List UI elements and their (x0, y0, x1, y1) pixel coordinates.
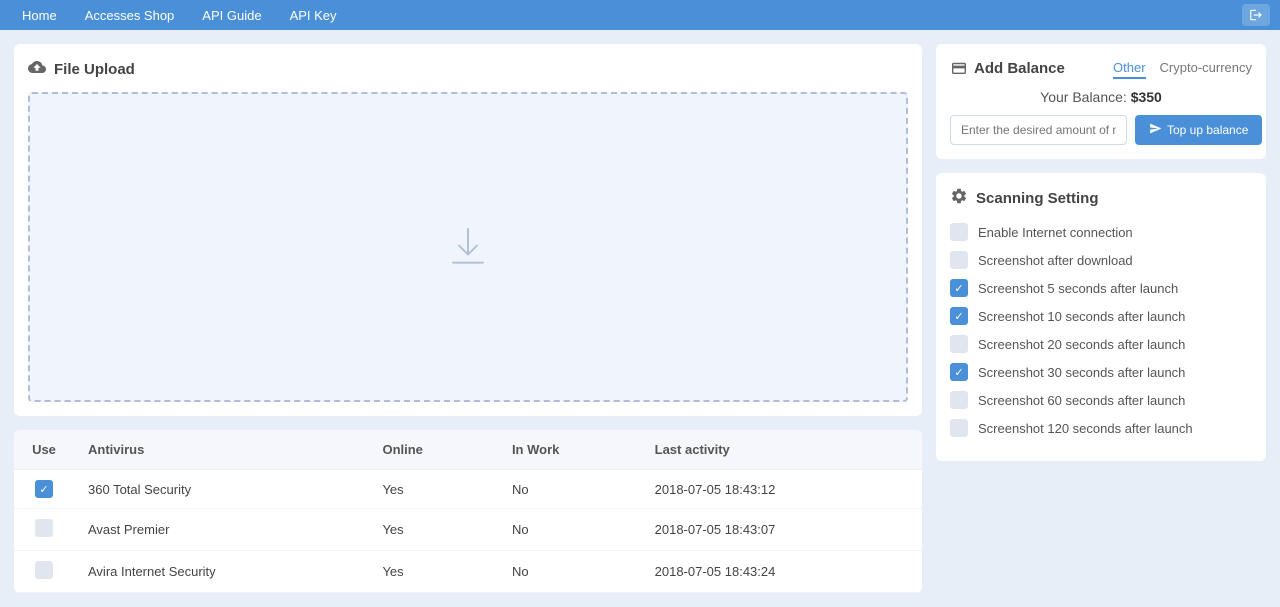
antivirus-table-card: Use Antivirus Online In Work Last activi… (14, 430, 922, 593)
scan-checkbox-screenshot-5s[interactable]: ✓ (950, 279, 968, 297)
nav-api-guide[interactable]: API Guide (190, 4, 273, 27)
scan-option: ✓ Screenshot 10 seconds after launch (950, 307, 1252, 325)
use-cell (14, 509, 74, 551)
tab-crypto[interactable]: Crypto-currency (1160, 58, 1252, 79)
scan-label-screenshot-120s: Screenshot 120 seconds after launch (978, 421, 1193, 436)
scan-option: Enable Internet connection (950, 223, 1252, 241)
table-row: ✓ 360 Total SecurityYesNo2018-07-05 18:43… (14, 470, 922, 509)
use-checkbox[interactable] (35, 561, 53, 579)
nav-api-key[interactable]: API Key (278, 4, 349, 27)
col-use: Use (14, 430, 74, 470)
scan-option: Screenshot 120 seconds after launch (950, 419, 1252, 437)
amount-input[interactable] (950, 115, 1127, 145)
balance-title: Add Balance (950, 60, 1113, 78)
file-upload-card: File Upload (14, 44, 922, 416)
scan-checkbox-screenshot-120s[interactable] (950, 419, 968, 437)
balance-header: Add Balance Other Crypto-currency (950, 58, 1252, 79)
use-cell: ✓ (14, 470, 74, 509)
topup-icon (1149, 122, 1162, 138)
nav-links: Home Accesses Shop API Guide API Key (10, 4, 349, 27)
antivirus-cell: Avira Internet Security (74, 551, 368, 593)
add-balance-card: Add Balance Other Crypto-currency Your B… (936, 44, 1266, 159)
left-panel: File Upload Use Antivirus (14, 44, 922, 593)
topup-button[interactable]: Top up balance (1135, 115, 1262, 145)
col-online: Online (368, 430, 497, 470)
scan-label-screenshot-5s: Screenshot 5 seconds after launch (978, 281, 1178, 296)
scan-label-screenshot-download: Screenshot after download (978, 253, 1133, 268)
scan-checkbox-screenshot-download[interactable] (950, 251, 968, 269)
scan-label-screenshot-60s: Screenshot 60 seconds after launch (978, 393, 1185, 408)
tab-other[interactable]: Other (1113, 58, 1146, 79)
scan-options-container: Enable Internet connection Screenshot aft… (950, 223, 1252, 437)
scan-checkbox-screenshot-60s[interactable] (950, 391, 968, 409)
logout-button[interactable] (1242, 4, 1270, 26)
in-work-cell: No (498, 551, 641, 593)
online-cell: Yes (368, 470, 497, 509)
in-work-cell: No (498, 470, 641, 509)
balance-input-row: Top up balance (950, 115, 1252, 145)
scan-option: Screenshot 60 seconds after launch (950, 391, 1252, 409)
file-upload-label: File Upload (54, 61, 135, 78)
balance-amount: Your Balance: $350 (950, 89, 1252, 105)
last-activity-cell: 2018-07-05 18:43:12 (641, 470, 922, 509)
drop-zone[interactable] (28, 92, 908, 402)
scan-label-screenshot-10s: Screenshot 10 seconds after launch (978, 309, 1185, 324)
scan-label-screenshot-30s: Screenshot 30 seconds after launch (978, 365, 1185, 380)
col-last-activity: Last activity (641, 430, 922, 470)
last-activity-cell: 2018-07-05 18:43:24 (641, 551, 922, 593)
nav-accesses-shop[interactable]: Accesses Shop (73, 4, 187, 27)
antivirus-cell: 360 Total Security (74, 470, 368, 509)
scanning-title: Scanning Setting (950, 187, 1252, 209)
scanning-title-text: Scanning Setting (976, 190, 1099, 207)
upload-icon (28, 58, 46, 80)
use-checkbox[interactable]: ✓ (35, 480, 53, 498)
col-antivirus: Antivirus (74, 430, 368, 470)
table-row: Avira Internet SecurityYesNo2018-07-05 1… (14, 551, 922, 593)
right-panel: Add Balance Other Crypto-currency Your B… (936, 44, 1266, 593)
scan-checkbox-screenshot-10s[interactable]: ✓ (950, 307, 968, 325)
drop-zone-icon (443, 222, 493, 272)
topup-label: Top up balance (1167, 123, 1248, 137)
scan-label-screenshot-20s: Screenshot 20 seconds after launch (978, 337, 1185, 352)
scanning-icon (950, 187, 968, 209)
table-header-row: Use Antivirus Online In Work Last activi… (14, 430, 922, 470)
table-row: Avast PremierYesNo2018-07-05 18:43:07 (14, 509, 922, 551)
scan-checkbox-screenshot-30s[interactable]: ✓ (950, 363, 968, 381)
nav-home[interactable]: Home (10, 4, 69, 27)
online-cell: Yes (368, 509, 497, 551)
scan-option: ✓ Screenshot 5 seconds after launch (950, 279, 1252, 297)
antivirus-table: Use Antivirus Online In Work Last activi… (14, 430, 922, 593)
balance-tabs: Other Crypto-currency (1113, 58, 1252, 79)
balance-title-text: Add Balance (974, 60, 1065, 77)
scan-option: ✓ Screenshot 30 seconds after launch (950, 363, 1252, 381)
last-activity-cell: 2018-07-05 18:43:07 (641, 509, 922, 551)
in-work-cell: No (498, 509, 641, 551)
top-nav: Home Accesses Shop API Guide API Key (0, 0, 1280, 30)
col-in-work: In Work (498, 430, 641, 470)
main-content: File Upload Use Antivirus (0, 30, 1280, 607)
online-cell: Yes (368, 551, 497, 593)
scan-checkbox-enable-internet[interactable] (950, 223, 968, 241)
scan-option: Screenshot 20 seconds after launch (950, 335, 1252, 353)
use-checkbox[interactable] (35, 519, 53, 537)
scan-checkbox-screenshot-20s[interactable] (950, 335, 968, 353)
scan-label-enable-internet: Enable Internet connection (978, 225, 1133, 240)
antivirus-cell: Avast Premier (74, 509, 368, 551)
scan-option: Screenshot after download (950, 251, 1252, 269)
balance-icon (950, 60, 968, 78)
file-upload-title: File Upload (28, 58, 908, 80)
scanning-card: Scanning Setting Enable Internet connect… (936, 173, 1266, 461)
use-cell (14, 551, 74, 593)
